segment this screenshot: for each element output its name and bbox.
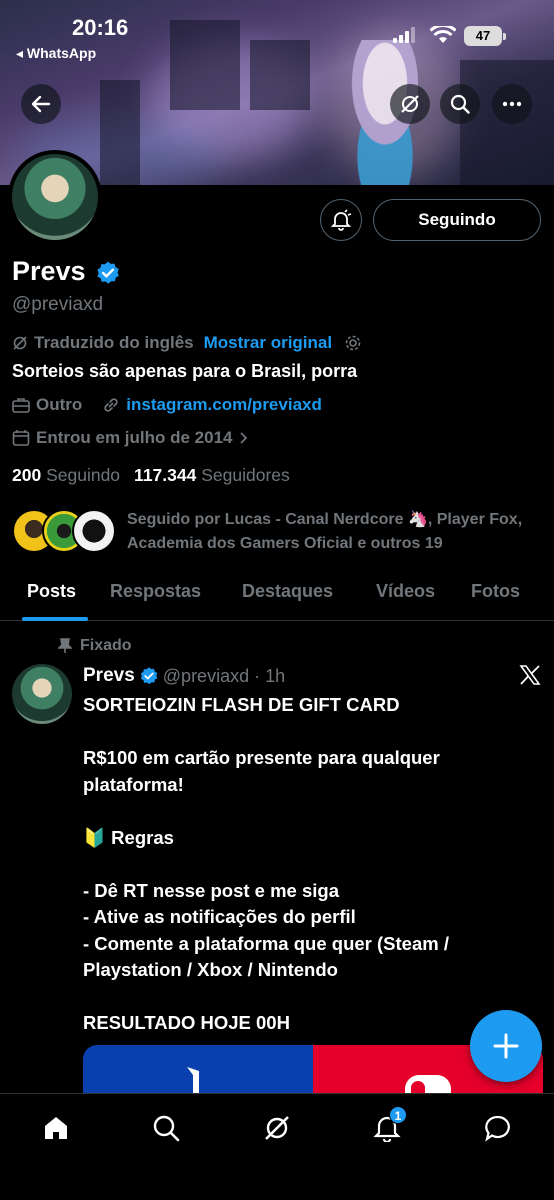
bottom-navigation: 1 <box>0 1093 554 1200</box>
grok-icon <box>401 95 419 113</box>
nav-home[interactable] <box>36 1108 76 1148</box>
followers-count: 117.344 <box>134 465 197 485</box>
profile-handle: @previaxd <box>12 294 104 315</box>
post-line <box>83 798 523 825</box>
translation-row: Traduzido do inglês Mostrar original <box>12 333 362 353</box>
show-original-link[interactable]: Mostrar original <box>204 333 332 353</box>
link-icon <box>104 398 118 412</box>
following-count: 200 <box>12 465 42 485</box>
post-line <box>83 719 523 746</box>
search-icon <box>153 1115 180 1142</box>
nav-search[interactable] <box>146 1108 186 1148</box>
back-to-app-link[interactable]: ◂ WhatsApp <box>16 45 96 62</box>
active-tab-indicator <box>22 617 88 621</box>
home-icon <box>45 1117 67 1139</box>
tab-highlights[interactable]: Destaques <box>242 581 333 602</box>
more-options-button[interactable] <box>492 84 532 124</box>
follow-counts: 200 Seguindo 117.344 Seguidores <box>12 465 290 486</box>
post-line: - Comente a plataforma que quer (Steam /… <box>83 932 449 981</box>
post-text[interactable]: SORTEIOZIN FLASH DE GIFT CARD R$100 em c… <box>83 692 523 1037</box>
arrow-left-icon <box>31 95 51 113</box>
nav-grok[interactable] <box>257 1108 297 1148</box>
joined-row[interactable]: Entrou em julho de 2014 <box>12 428 249 448</box>
translate-icon <box>13 336 27 350</box>
search-icon <box>450 94 470 114</box>
status-time: 20:16 <box>72 15 129 40</box>
tab-videos[interactable]: Vídeos <box>376 581 435 602</box>
followers-label: Seguidores <box>201 465 290 485</box>
following-link[interactable]: 200 Seguindo <box>12 465 120 486</box>
grok-icon <box>265 1116 289 1140</box>
joined-date: Entrou em julho de 2014 <box>36 428 233 447</box>
profile-name: Prevs <box>12 256 86 286</box>
settings-gear-icon[interactable] <box>344 334 362 352</box>
back-button[interactable] <box>21 84 61 124</box>
signal-icon <box>393 27 415 43</box>
pinned-label: Fixado <box>80 637 132 654</box>
post-line <box>83 984 523 1011</box>
post-line: R$100 em cartão presente para qualquer p… <box>83 747 440 795</box>
profile-meta-row: Outro instagram.com/previaxd <box>12 395 322 415</box>
notifications-badge: 1 <box>389 1106 407 1124</box>
more-horizontal-icon <box>502 101 522 107</box>
profile-bio: Sorteios são apenas para o Brasil, porra <box>12 361 358 381</box>
avatar <box>72 509 116 553</box>
profile-avatar[interactable] <box>8 150 102 244</box>
nav-messages[interactable] <box>478 1108 518 1148</box>
x-logo-icon <box>519 665 541 685</box>
profile-tabs: Posts Respostas Destaques Vídeos Fotos <box>0 573 554 621</box>
briefcase-icon <box>12 398 30 413</box>
chat-bubble-icon <box>485 1115 510 1142</box>
calendar-icon <box>12 430 30 446</box>
followed-by-text[interactable]: Seguido por Lucas - Canal Nerdcore 🦄, Pl… <box>127 508 547 556</box>
following-button[interactable]: Seguindo <box>373 199 541 241</box>
followed-by-avatars[interactable] <box>12 509 116 555</box>
profile-website-link[interactable]: instagram.com/previaxd <box>126 395 322 415</box>
plus-icon <box>493 1033 519 1059</box>
post-line: 🔰 Regras <box>83 826 174 848</box>
battery-indicator: 47 <box>464 26 502 46</box>
post-line: SORTEIOZIN FLASH DE GIFT CARD <box>83 694 400 715</box>
bell-icon <box>330 209 352 231</box>
chevron-right-icon <box>239 432 247 444</box>
tab-replies[interactable]: Respostas <box>110 581 201 602</box>
search-button[interactable] <box>440 84 480 124</box>
followers-link[interactable]: 117.344 Seguidores <box>134 465 290 486</box>
post-author-avatar[interactable] <box>12 664 72 724</box>
verified-badge-icon <box>140 667 158 685</box>
post-line: - Dê RT nesse post e me siga <box>83 879 340 901</box>
pin-icon <box>58 638 72 653</box>
notifications-toggle-button[interactable] <box>320 199 362 241</box>
grok-button[interactable] <box>390 84 430 124</box>
post-handle-time: @previaxd · 1h <box>162 665 286 686</box>
post-header: Prevs @previaxd · 1h <box>83 665 285 687</box>
post-line: RESULTADO HOJE 00H <box>83 1012 290 1033</box>
pinned-indicator: Fixado <box>58 637 132 655</box>
nav-notifications[interactable]: 1 <box>367 1106 407 1148</box>
tab-photos[interactable]: Fotos <box>471 581 520 602</box>
verified-badge-icon <box>97 261 119 284</box>
translated-from-label: Traduzido do inglês <box>34 333 194 352</box>
following-label: Seguindo <box>46 465 121 485</box>
post-author-name[interactable]: Prevs <box>83 665 135 687</box>
wifi-icon <box>430 26 456 43</box>
compose-post-button[interactable] <box>470 1010 542 1082</box>
status-bar: 20:16 ◂ WhatsApp 47 <box>0 0 554 70</box>
tab-posts[interactable]: Posts <box>27 581 76 602</box>
post-line <box>83 851 523 878</box>
post-line: - Ative as notificações do perfil <box>83 906 356 927</box>
profile-category: Outro <box>36 395 83 414</box>
